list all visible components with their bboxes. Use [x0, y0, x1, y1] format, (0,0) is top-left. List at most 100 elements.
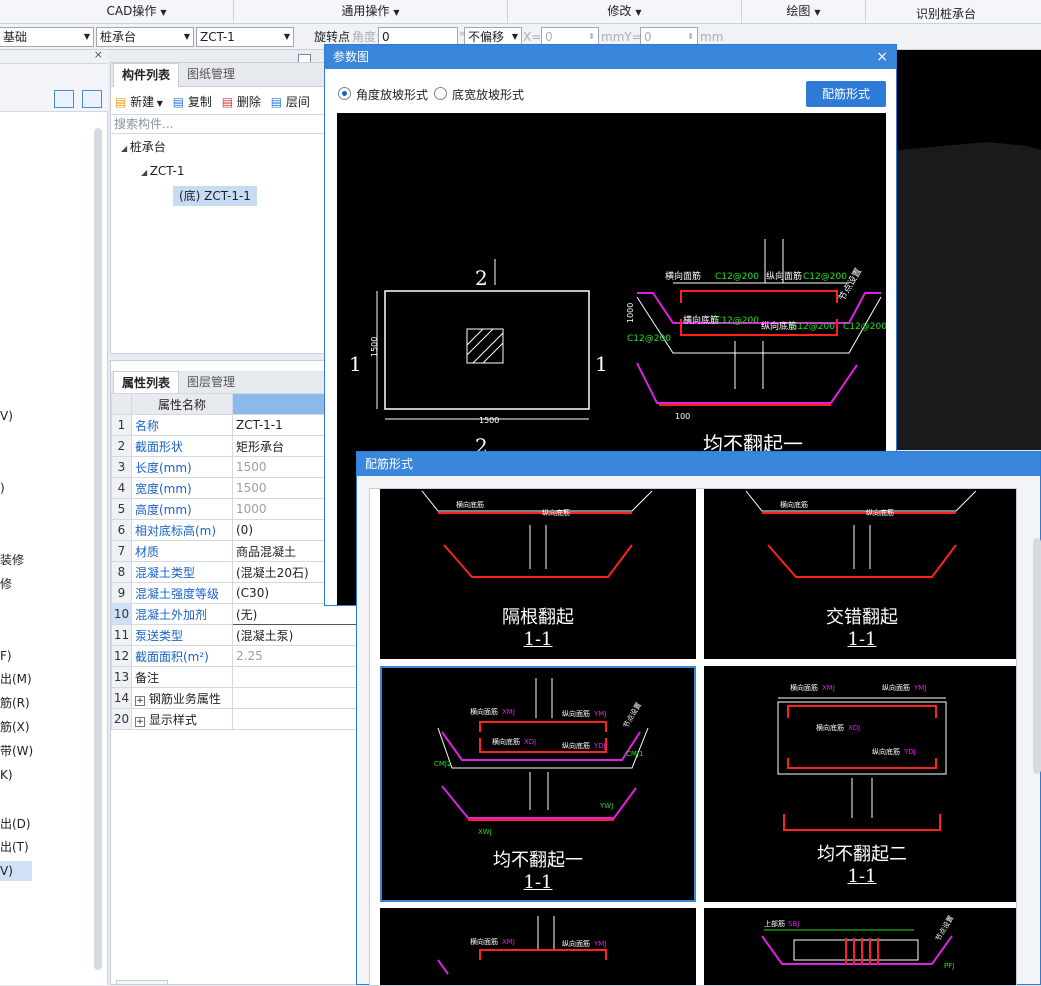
type-select[interactable]: 桩承台 ▼: [96, 27, 194, 47]
card-label: PFJ: [944, 962, 954, 970]
close-icon[interactable]: ×: [876, 45, 888, 69]
component-select[interactable]: ZCT-1 ▼: [196, 27, 294, 47]
rebar-dialog-scrollbar[interactable]: [1033, 538, 1041, 774]
row-number: 12: [111, 645, 132, 667]
property-row-group[interactable]: 14 + 钢筋业务属性: [111, 687, 361, 709]
chevron-down-icon: ▼: [635, 8, 642, 17]
sidebar-item[interactable]: K): [0, 767, 13, 783]
card-rebar-top: [479, 721, 607, 732]
pile-hatch: [466, 328, 494, 356]
sidebar-header: ×: [0, 48, 108, 64]
property-group-name[interactable]: + 显示样式: [131, 708, 233, 730]
property-value[interactable]: 2.25: [232, 645, 361, 667]
rebar-form-button[interactable]: 配筋形式: [806, 81, 886, 107]
radio-angle-slope[interactable]: [338, 87, 351, 100]
property-group-name[interactable]: + 钢筋业务属性: [131, 687, 233, 709]
property-value[interactable]: [232, 666, 361, 688]
rebar-card-no-bend-1[interactable]: 横向面筋 XMJ 纵向面筋 YMJ 横向底筋 XDJ 纵向底筋 YDJ CMJ2…: [380, 666, 696, 902]
rebar-form-dialog: 配筋形式 横向底筋 纵向底筋 隔根翻起 1-1 横向底筋 纵向底筋 交错翻起 1…: [356, 451, 1041, 986]
rebar-card-alternate-bend[interactable]: 横向底筋 纵向底筋 隔根翻起 1-1: [380, 489, 696, 659]
copy-button[interactable]: 复制: [188, 95, 212, 109]
radio-width-slope[interactable]: [434, 87, 447, 100]
tab-label: 图层管理: [187, 375, 236, 389]
detail-view-icon[interactable]: [82, 90, 102, 108]
card-section: 1-1: [847, 866, 877, 887]
side-mark-left: 1: [349, 352, 362, 376]
canvas-graphic: [897, 142, 1041, 450]
sidebar-item[interactable]: F): [0, 648, 12, 664]
panel-footer-tab[interactable]: [116, 980, 168, 985]
card-label: YMJ: [593, 940, 606, 948]
ribbon-group-cad[interactable]: CAD操作 ▼: [40, 0, 234, 24]
chevron-down-icon: ▼: [183, 32, 190, 41]
property-row[interactable]: 12 截面面积(m²) 2.25: [111, 645, 361, 667]
sidebar-item[interactable]: 筋(R): [0, 695, 30, 711]
sidebar-item[interactable]: 出(M): [0, 671, 32, 687]
layer-button[interactable]: 层间: [286, 95, 310, 109]
tree-root[interactable]: ◢ 桩承台: [121, 138, 166, 158]
row-number: 8: [111, 561, 132, 583]
component-list-panel: 构件列表 图纸管理 ▤ 新建 ▼ ▤ 复制 ▤ 删除 ▤ 层间 搜索构件... …: [110, 62, 326, 354]
property-row-selected[interactable]: 10 混凝土外加剂 (无): [111, 603, 361, 625]
card-label: 纵向底筋: [542, 508, 570, 517]
property-value-editor[interactable]: (无): [232, 603, 361, 625]
tree-child[interactable]: ◢ ZCT-1: [141, 162, 185, 182]
rebar-card-staggered-bend[interactable]: 横向底筋 纵向底筋 交错翻起 1-1: [704, 489, 1016, 659]
rebar-card-grid: 横向底筋 纵向底筋 隔根翻起 1-1 横向底筋 纵向底筋 交错翻起 1-1 横向…: [369, 488, 1017, 986]
property-row-group[interactable]: 20 + 显示样式: [111, 708, 361, 730]
sidebar-item[interactable]: 修: [0, 576, 12, 592]
sidebar-item-selected[interactable]: V): [0, 861, 32, 881]
sidebar-item[interactable]: ): [0, 480, 5, 496]
rebar-card-6[interactable]: 上部筋 SBJ PFJ 节点设置: [704, 908, 1016, 985]
sidebar-item[interactable]: 装修: [0, 552, 24, 568]
rebar-card-no-bend-2[interactable]: 横向面筋 XMJ 纵向面筋 YMJ 横向底筋 XDJ 纵向底筋 YDJ 均不翻起…: [704, 666, 1016, 902]
tab-component-list[interactable]: 构件列表: [113, 63, 180, 87]
property-name: 高度(mm): [131, 498, 233, 520]
drawing-canvas[interactable]: [897, 50, 1041, 450]
sidebar-item[interactable]: V): [0, 408, 13, 424]
card-label: XMJ: [502, 708, 515, 716]
ribbon-group-common[interactable]: 通用操作 ▼: [234, 0, 508, 24]
rebar-spec: C12@200: [803, 272, 847, 282]
sidebar-item[interactable]: 出(D): [0, 816, 31, 832]
collapse-icon[interactable]: ◢: [121, 144, 130, 153]
collapse-icon[interactable]: ◢: [141, 168, 150, 177]
tab-property-list[interactable]: 属性列表: [113, 371, 180, 395]
dialog-title: 参数图: [333, 50, 370, 64]
rebar-spec: C12@200: [715, 272, 759, 282]
rebar-card-5[interactable]: 横向面筋 XMJ 纵向面筋 YMJ: [380, 908, 696, 985]
close-icon[interactable]: ×: [94, 48, 103, 61]
tree-leaf-selected[interactable]: (底) ZCT-1-1: [173, 186, 257, 206]
property-row[interactable]: 13 备注: [111, 666, 361, 688]
expand-icon[interactable]: +: [135, 716, 145, 727]
tab-drawing-manage[interactable]: 图纸管理: [179, 63, 243, 87]
ribbon-group-draw[interactable]: 绘图 ▼: [742, 0, 866, 24]
card-label: 横向面筋: [470, 707, 498, 716]
list-view-icon[interactable]: [54, 90, 74, 108]
pile-outline: [466, 328, 504, 364]
card-label: XDJ: [848, 724, 860, 732]
sidebar-scrollbar[interactable]: [94, 128, 102, 970]
floor-select[interactable]: 基础 ▼: [0, 27, 94, 47]
dim-depth-label: 1000: [626, 303, 635, 323]
row-number: 2: [111, 435, 132, 457]
sidebar-item[interactable]: 出(T): [0, 839, 29, 855]
ribbon-group-modify[interactable]: 修改 ▼: [508, 0, 742, 24]
property-name: 混凝土类型: [131, 561, 233, 583]
sidebar-item[interactable]: 带(W): [0, 743, 33, 759]
component-search-input[interactable]: 搜索构件...: [111, 114, 325, 134]
tab-layer-manage[interactable]: 图层管理: [179, 371, 243, 395]
property-row[interactable]: 11 泵送类型 (混凝土泵): [111, 624, 361, 646]
rebar-spec: C12@200: [715, 316, 759, 326]
sidebar-item[interactable]: 筋(X): [0, 719, 30, 735]
expand-icon[interactable]: +: [135, 695, 145, 706]
x-value: 0: [545, 30, 553, 44]
property-value[interactable]: (混凝土泵): [232, 624, 361, 646]
delete-button[interactable]: 删除: [237, 95, 261, 109]
tab-label: 属性列表: [122, 376, 171, 390]
group-label: 钢筋业务属性: [148, 691, 221, 706]
card-label: XWJ: [478, 828, 492, 836]
new-button[interactable]: 新建: [130, 95, 154, 109]
angle-value: 0: [382, 30, 390, 44]
tab-label: 图纸管理: [187, 67, 236, 81]
